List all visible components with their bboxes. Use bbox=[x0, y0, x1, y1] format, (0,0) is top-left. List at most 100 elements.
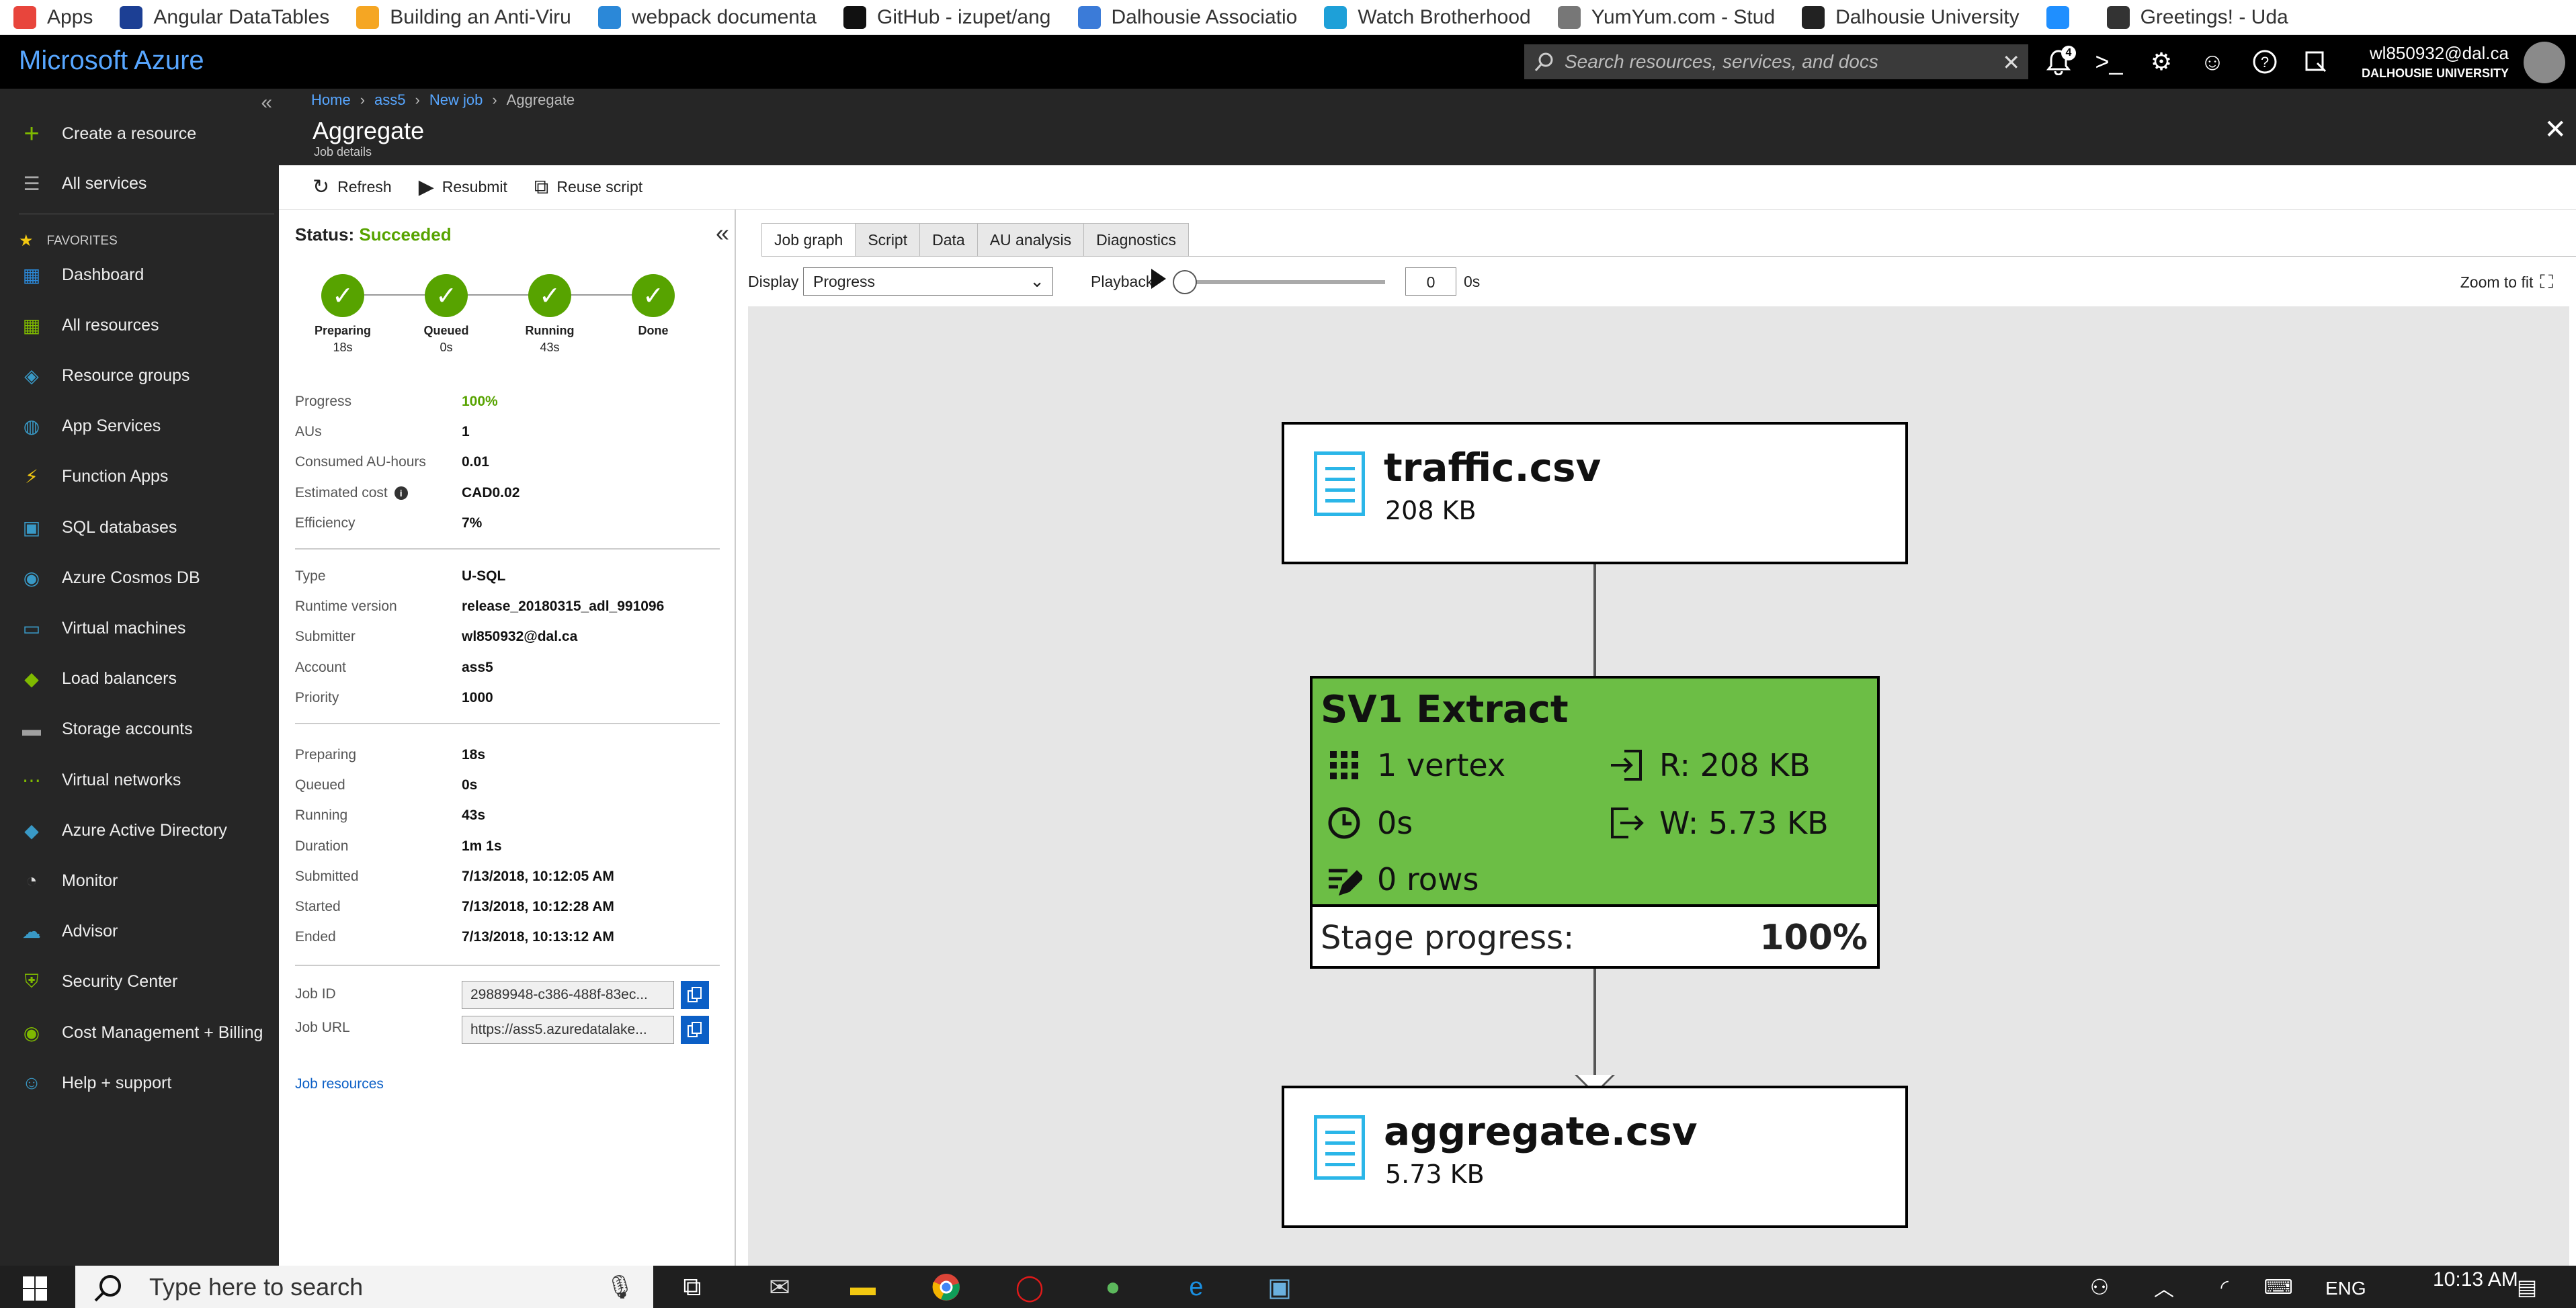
microphone-icon[interactable]: 🎙 bbox=[606, 1274, 634, 1301]
help-icon[interactable]: ? bbox=[2246, 44, 2284, 79]
playback-slider-thumb[interactable] bbox=[1173, 270, 1197, 294]
azure-brand-link[interactable]: Microsoft Azure bbox=[19, 46, 204, 76]
resubmit-button[interactable]: ▶ Resubmit bbox=[419, 175, 507, 199]
breadcrumb-account[interactable]: ass5 bbox=[374, 91, 405, 108]
bookmark-item[interactable]: Dalhousie University bbox=[1802, 0, 2020, 34]
job-id-field[interactable]: 29889948-c386-488f-83ec... bbox=[462, 981, 674, 1009]
bookmark-item[interactable]: Greetings! - Uda bbox=[2106, 0, 2288, 34]
playback-slider[interactable] bbox=[1183, 280, 1385, 284]
stage-node[interactable]: SV1 Extract 1 vertex R: 208 KB 0s W: 5.7… bbox=[1310, 676, 1880, 969]
bookmark-item[interactable]: Dalhousie Associatio bbox=[1077, 0, 1297, 34]
reuse-script-label: Reuse script bbox=[556, 178, 643, 195]
nav-item-load-balancers[interactable]: ◆ Load balancers bbox=[0, 654, 279, 704]
nav-item-azure-cosmos-db[interactable]: ◉ Azure Cosmos DB bbox=[0, 553, 279, 603]
zoom-to-fit-button[interactable]: Zoom to fit ⛶ bbox=[2460, 271, 2553, 294]
display-dropdown[interactable]: Progress ⌄ bbox=[803, 267, 1053, 296]
step-label: Preparing bbox=[314, 324, 372, 337]
cloud-shell-icon[interactable]: >_ bbox=[2090, 44, 2128, 79]
nav-item-dashboard[interactable]: ▦ Dashboard bbox=[0, 250, 279, 300]
bookmark-item[interactable]: Angular DataTables bbox=[120, 0, 329, 34]
bookmark-item[interactable]: webpack documenta bbox=[597, 0, 817, 34]
tab-au-analysis[interactable]: AU analysis bbox=[977, 223, 1085, 257]
avatar[interactable] bbox=[2524, 42, 2565, 83]
nav-item-virtual-networks[interactable]: ⋯ Virtual networks bbox=[0, 755, 279, 805]
bookmark-item[interactable]: Apps bbox=[13, 0, 93, 34]
nav-item-virtual-machines[interactable]: ▭ Virtual machines bbox=[0, 603, 279, 653]
close-blade-icon[interactable]: ✕ bbox=[2544, 114, 2567, 145]
graph-canvas[interactable]: traffic.csv 208 KB SV1 Extract 1 vertex … bbox=[748, 306, 2569, 1266]
info-icon[interactable]: i bbox=[394, 486, 408, 500]
taskbar-search-input[interactable]: Type here to search 🎙 bbox=[75, 1266, 653, 1308]
tab-job-graph[interactable]: Job graph bbox=[761, 223, 856, 257]
global-search-input[interactable]: Search resources, services, and docs ✕ bbox=[1524, 44, 2028, 79]
nav-item-help-support[interactable]: ☺ Help + support bbox=[0, 1058, 279, 1108]
bookmark-item[interactable] bbox=[2046, 0, 2080, 34]
bookmark-item[interactable]: Building an Anti-Viru bbox=[356, 0, 571, 34]
nav-item-azure-active-directory[interactable]: ◆ Azure Active Directory bbox=[0, 805, 279, 855]
nav-item-monitor[interactable]: ◔ Monitor bbox=[0, 856, 279, 906]
reuse-script-button[interactable]: ⧉ Reuse script bbox=[534, 176, 642, 199]
notifications-bell-icon[interactable]: 4 bbox=[2040, 44, 2077, 79]
file-icon bbox=[1314, 451, 1365, 516]
settings-gear-icon[interactable]: ⚙ bbox=[2143, 44, 2180, 79]
prop-value: CAD0.02 bbox=[462, 484, 520, 500]
output-file-node[interactable]: aggregate.csv 5.73 KB bbox=[1282, 1086, 1908, 1228]
photos-app-icon[interactable]: ▣ bbox=[1259, 1270, 1300, 1305]
nav-item-all-resources[interactable]: ▦ All resources bbox=[0, 300, 279, 350]
prop-row: Queued 0s bbox=[295, 777, 477, 793]
job-url-field[interactable]: https://ass5.azuredatalake... bbox=[462, 1016, 674, 1044]
file-explorer-icon[interactable]: ▬ bbox=[843, 1270, 883, 1305]
prop-value: 7/13/2018, 10:12:05 AM bbox=[462, 868, 614, 884]
nav-item-advisor[interactable]: ☁ Advisor bbox=[0, 907, 279, 957]
job-resources-link[interactable]: Job resources bbox=[295, 1076, 384, 1092]
collapse-panel-icon[interactable]: « bbox=[716, 219, 729, 247]
nav-item-security-center[interactable]: ⛨ Security Center bbox=[0, 957, 279, 1007]
page-subtitle: Job details bbox=[314, 145, 372, 159]
input-file-node[interactable]: traffic.csv 208 KB bbox=[1282, 422, 1908, 564]
wifi-icon[interactable]: ◜ bbox=[2204, 1270, 2245, 1305]
prop-value: 1 bbox=[462, 424, 470, 440]
copy-job-url-button[interactable] bbox=[681, 1016, 709, 1044]
keyboard-icon[interactable]: ⌨ bbox=[2258, 1270, 2298, 1305]
nav-all-services[interactable]: ☰ All services bbox=[0, 159, 279, 208]
mail-app-icon[interactable]: ✉ bbox=[759, 1270, 800, 1305]
account-menu[interactable]: wl850932@dal.ca DALHOUSIE UNIVERSITY bbox=[2362, 43, 2509, 81]
bookmark-item[interactable]: Watch Brotherhood bbox=[1324, 0, 1531, 34]
feedback-smiley-icon[interactable]: ☺ bbox=[2194, 44, 2231, 79]
edge-app-icon[interactable]: e bbox=[1176, 1270, 1216, 1305]
nav-item-sql-databases[interactable]: ▣ SQL databases bbox=[0, 503, 279, 552]
nav-item-cost-management-billing[interactable]: ◉ Cost Management + Billing bbox=[0, 1008, 279, 1057]
people-icon[interactable]: ⚇ bbox=[2079, 1270, 2120, 1305]
clock[interactable]: 10:13 AM bbox=[2433, 1268, 2518, 1291]
nav-item-app-services[interactable]: ◍ App Services bbox=[0, 402, 279, 451]
task-view-icon[interactable]: ⧉ bbox=[672, 1270, 712, 1305]
steps-connector bbox=[339, 294, 649, 296]
refresh-button[interactable]: ↻ Refresh bbox=[313, 175, 392, 199]
show-hidden-icons-icon[interactable]: ︿ bbox=[2144, 1270, 2184, 1305]
tab-data[interactable]: Data bbox=[920, 223, 978, 257]
nav-item-function-apps[interactable]: ⚡ Function Apps bbox=[0, 452, 279, 502]
copy-job-id-button[interactable] bbox=[681, 981, 709, 1009]
tab-diagnostics[interactable]: Diagnostics bbox=[1084, 223, 1190, 257]
language-indicator[interactable]: ENG bbox=[2325, 1278, 2366, 1299]
bookmark-item[interactable]: GitHub - izupet/ang bbox=[843, 0, 1051, 34]
clear-search-icon[interactable]: ✕ bbox=[2002, 50, 2020, 75]
windows-start-icon[interactable] bbox=[15, 1271, 55, 1306]
breadcrumb-home[interactable]: Home bbox=[311, 91, 351, 108]
playback-value-input[interactable]: 0 bbox=[1405, 267, 1456, 296]
nav-item-storage-accounts[interactable]: ▬ Storage accounts bbox=[0, 705, 279, 754]
nav-item-resource-groups[interactable]: ◈ Resource groups bbox=[0, 351, 279, 400]
checkmark-icon: ✓ bbox=[425, 274, 468, 317]
action-center-icon[interactable]: ▤ bbox=[2507, 1270, 2547, 1305]
directory-filter-icon[interactable] bbox=[2297, 44, 2335, 79]
chrome-app-icon[interactable] bbox=[926, 1270, 966, 1305]
breadcrumb-new-job[interactable]: New job bbox=[429, 91, 483, 108]
bookmark-item[interactable]: YumYum.com - Stud bbox=[1557, 0, 1775, 34]
nav-create-resource[interactable]: + Create a resource bbox=[0, 109, 279, 159]
input-file-name: traffic.csv bbox=[1384, 445, 1602, 490]
opera-app-icon[interactable]: ◯ bbox=[1009, 1270, 1050, 1305]
xbox-app-icon[interactable]: ● bbox=[1093, 1270, 1133, 1305]
play-button[interactable] bbox=[1151, 269, 1166, 289]
tab-script[interactable]: Script bbox=[856, 223, 921, 257]
nav-item-label: Virtual machines bbox=[62, 618, 186, 638]
